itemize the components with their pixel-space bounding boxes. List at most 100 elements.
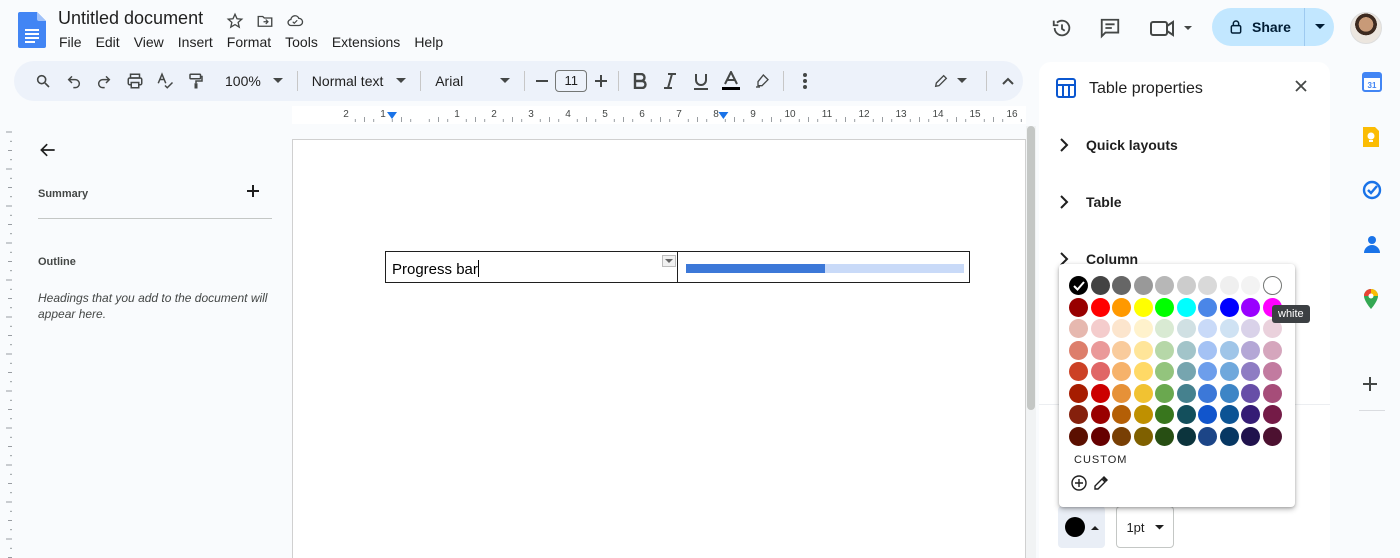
collapse-menus-icon[interactable] (993, 67, 1024, 95)
keep-icon[interactable] (1362, 126, 1384, 148)
font-size-input[interactable]: 11 (555, 70, 588, 92)
section-table[interactable]: Table (1060, 194, 1122, 210)
vertical-ruler[interactable] (0, 124, 14, 558)
back-arrow-icon[interactable] (38, 140, 58, 160)
document-title[interactable]: Untitled document (58, 8, 203, 29)
color-swatch[interactable] (1133, 319, 1153, 338)
color-swatch[interactable] (1176, 276, 1196, 295)
color-swatch[interactable] (1176, 297, 1196, 317)
decrease-font-size-icon[interactable] (531, 67, 553, 95)
close-icon[interactable] (1295, 80, 1307, 92)
color-swatch[interactable] (1262, 362, 1282, 381)
document-table[interactable]: Progress bar (385, 251, 970, 283)
color-swatch[interactable] (1262, 405, 1282, 424)
meet-icon[interactable] (1146, 10, 1196, 46)
color-swatch[interactable] (1241, 340, 1260, 360)
color-swatch[interactable] (1198, 297, 1217, 317)
color-swatch[interactable] (1069, 297, 1088, 317)
color-swatch[interactable] (1069, 362, 1088, 381)
color-swatch[interactable] (1241, 383, 1260, 403)
search-icon[interactable] (28, 67, 59, 95)
color-swatch[interactable] (1069, 340, 1088, 360)
color-swatch[interactable] (1241, 362, 1260, 381)
color-swatch[interactable] (1219, 340, 1239, 360)
zoom-select[interactable]: 100% (217, 67, 291, 95)
underline-icon[interactable] (686, 67, 717, 95)
section-quick-layouts[interactable]: Quick layouts (1060, 137, 1178, 153)
tasks-icon[interactable] (1362, 180, 1384, 202)
color-swatch[interactable] (1112, 319, 1131, 338)
horizontal-ruler[interactable]: 211234567891011121314151617 (292, 106, 1026, 124)
color-swatch[interactable] (1219, 383, 1239, 403)
comments-icon[interactable] (1092, 10, 1128, 46)
color-swatch[interactable] (1090, 276, 1110, 295)
color-swatch[interactable] (1155, 383, 1174, 403)
color-swatch[interactable] (1198, 383, 1217, 403)
increase-font-size-icon[interactable] (590, 67, 612, 95)
color-swatch[interactable] (1241, 426, 1260, 446)
scrollbar-thumb[interactable] (1027, 126, 1035, 410)
color-swatch[interactable] (1219, 319, 1239, 338)
color-swatch[interactable] (1112, 383, 1131, 403)
color-swatch[interactable] (1069, 383, 1088, 403)
color-swatch[interactable] (1198, 340, 1217, 360)
color-swatch[interactable] (1176, 319, 1196, 338)
move-folder-icon[interactable] (254, 10, 276, 32)
bold-icon[interactable] (625, 67, 656, 95)
color-swatch[interactable] (1133, 405, 1153, 424)
color-swatch[interactable] (1155, 276, 1174, 295)
color-swatch[interactable] (1155, 362, 1174, 381)
contacts-icon[interactable] (1362, 234, 1384, 256)
print-icon[interactable] (120, 67, 151, 95)
spellcheck-icon[interactable] (150, 67, 181, 95)
table-cell[interactable] (678, 252, 969, 282)
table-cell[interactable]: Progress bar (386, 252, 678, 282)
eyedropper-icon[interactable] (1093, 475, 1109, 491)
undo-icon[interactable] (59, 67, 90, 95)
color-swatch[interactable] (1069, 405, 1088, 424)
color-swatch[interactable] (1090, 383, 1110, 403)
color-swatch[interactable] (1090, 297, 1110, 317)
italic-icon[interactable] (655, 67, 686, 95)
add-summary-icon[interactable] (246, 184, 260, 198)
color-swatch[interactable] (1241, 276, 1260, 295)
add-addon-icon[interactable] (1362, 376, 1384, 398)
color-swatch[interactable] (1155, 405, 1174, 424)
color-swatch[interactable] (1262, 426, 1282, 446)
color-swatch[interactable] (1112, 276, 1131, 295)
color-swatch[interactable] (1219, 426, 1239, 446)
color-swatch[interactable] (1090, 340, 1110, 360)
color-swatch[interactable] (1241, 297, 1260, 317)
color-swatch[interactable] (1219, 362, 1239, 381)
add-custom-color-icon[interactable] (1071, 475, 1087, 491)
share-dropdown-icon[interactable] (1305, 24, 1334, 30)
redo-icon[interactable] (89, 67, 120, 95)
editing-mode-icon[interactable] (921, 67, 980, 95)
color-swatch[interactable] (1198, 319, 1217, 338)
version-history-icon[interactable] (1044, 10, 1080, 46)
color-swatch[interactable] (1112, 362, 1131, 381)
color-swatch[interactable] (1069, 426, 1088, 446)
color-swatch[interactable] (1112, 426, 1131, 446)
color-swatch[interactable] (1241, 319, 1260, 338)
color-swatch[interactable] (1155, 297, 1174, 317)
color-swatch[interactable] (1262, 276, 1282, 295)
menu-help[interactable]: Help (414, 34, 450, 50)
color-swatch[interactable] (1090, 405, 1110, 424)
calendar-icon[interactable]: 31 (1362, 72, 1384, 94)
menu-file[interactable]: File (59, 34, 89, 50)
color-swatch[interactable] (1241, 405, 1260, 424)
border-color-button[interactable] (1058, 506, 1105, 548)
color-swatch[interactable] (1112, 405, 1131, 424)
cloud-saved-icon[interactable] (284, 10, 306, 32)
style-select[interactable]: Normal text (304, 67, 414, 95)
maps-icon[interactable] (1362, 288, 1384, 310)
color-swatch[interactable] (1133, 362, 1153, 381)
color-swatch[interactable] (1198, 276, 1217, 295)
color-swatch[interactable] (1262, 383, 1282, 403)
paint-format-icon[interactable] (181, 67, 212, 95)
avatar[interactable] (1350, 12, 1382, 44)
color-swatch[interactable] (1112, 297, 1131, 317)
color-swatch[interactable] (1090, 362, 1110, 381)
color-swatch[interactable] (1133, 426, 1153, 446)
